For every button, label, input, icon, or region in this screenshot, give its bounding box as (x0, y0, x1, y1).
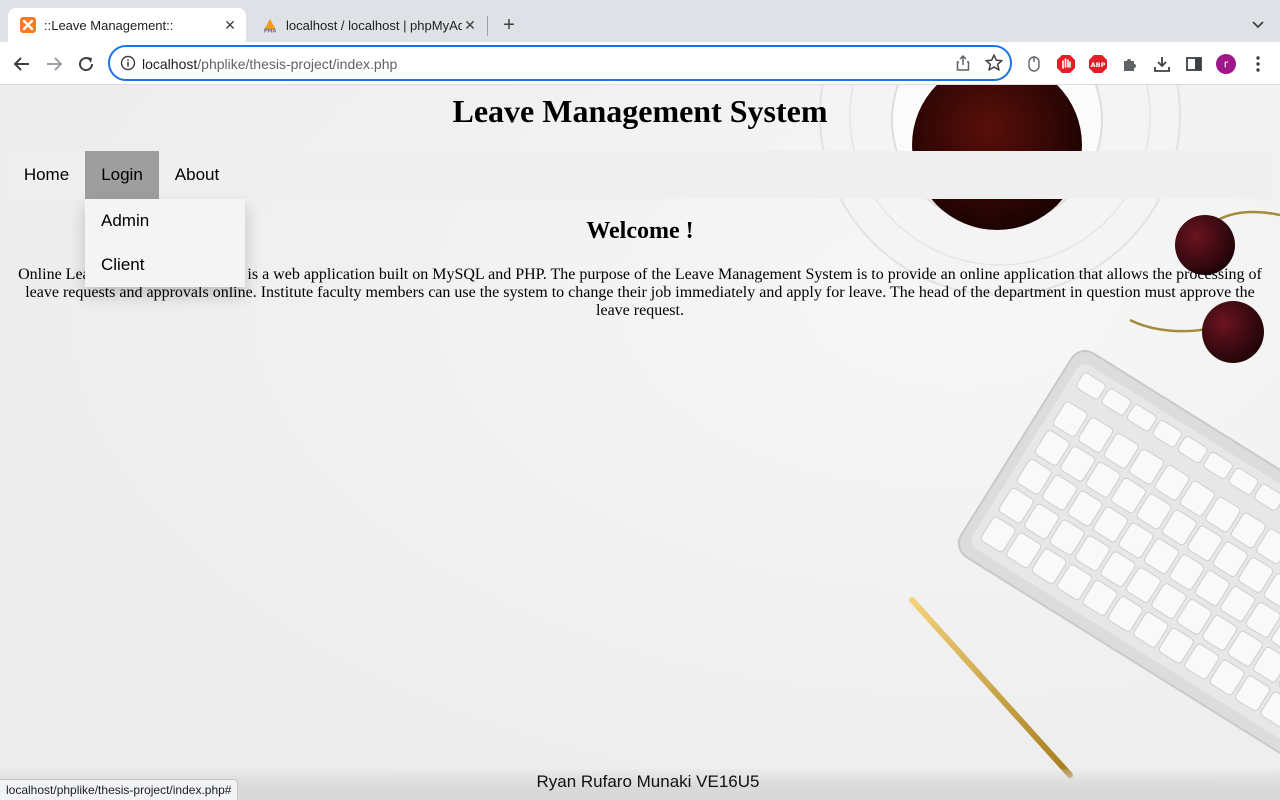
tab-title: ::Leave Management:: (44, 17, 174, 33)
nav-home-link[interactable]: Home (8, 151, 85, 199)
svg-text:PMA: PMA (264, 29, 277, 34)
dropdown-admin-link[interactable]: Admin (85, 199, 245, 243)
page-viewport: Leave Management System Home Login About… (0, 85, 1280, 800)
tab-close-icon[interactable]: ✕ (462, 17, 478, 33)
reload-icon[interactable] (72, 50, 100, 78)
nav-about-link[interactable]: About (159, 151, 235, 199)
xampp-favicon-icon (20, 17, 36, 33)
address-bar[interactable]: localhost/phplike/thesis-project/index.p… (108, 45, 1012, 81)
url-host: localhost (142, 56, 198, 72)
profile-initial: r (1224, 58, 1229, 71)
forward-arrow-icon[interactable] (40, 50, 68, 78)
phpmyadmin-favicon-icon: PMA (262, 17, 278, 33)
site-info-icon[interactable] (120, 55, 136, 71)
bookmark-star-icon[interactable] (984, 53, 1004, 73)
link-status-bar: localhost/phplike/thesis-project/index.p… (0, 779, 239, 800)
tab-search-chevron-icon[interactable] (1248, 14, 1268, 34)
browser-toolbar: localhost/phplike/thesis-project/index.p… (0, 42, 1280, 85)
download-icon[interactable] (1152, 54, 1172, 74)
stop-hand-extension-icon[interactable] (1056, 54, 1076, 74)
share-icon[interactable] (954, 54, 972, 72)
url-path: /phplike/thesis-project/index.php (197, 56, 398, 72)
tab-close-icon[interactable]: ✕ (222, 17, 238, 33)
mouse-extension-icon[interactable] (1024, 54, 1044, 74)
extensions-puzzle-icon[interactable] (1120, 54, 1140, 74)
tab-leave-management[interactable]: ::Leave Management:: ✕ (8, 8, 246, 42)
back-arrow-icon[interactable] (8, 50, 36, 78)
main-navbar: Home Login About (8, 151, 1272, 199)
adblock-plus-icon[interactable]: ABP (1088, 54, 1108, 74)
dropdown-client-link[interactable]: Client (85, 243, 245, 287)
tab-strip: ::Leave Management:: ✕ PMA localhost / l… (0, 0, 1280, 42)
tab-title: localhost / localhost | phpMyAdmin (286, 17, 462, 33)
site-title: Leave Management System (452, 93, 828, 129)
nav-login-link[interactable]: Login (85, 151, 159, 199)
profile-avatar[interactable]: r (1216, 54, 1236, 74)
new-tab-plus-icon[interactable]: + (498, 14, 520, 36)
more-menu-kebab-icon[interactable] (1248, 54, 1268, 74)
login-dropdown-menu: Admin Client (85, 199, 245, 287)
svg-text:ABP: ABP (1091, 61, 1106, 69)
tab-separator (487, 16, 488, 36)
url-text: localhost/phplike/thesis-project/index.p… (142, 56, 397, 72)
side-panel-icon[interactable] (1184, 54, 1204, 74)
tab-phpmyadmin[interactable]: PMA localhost / localhost | phpMyAdmin ✕ (250, 8, 486, 42)
